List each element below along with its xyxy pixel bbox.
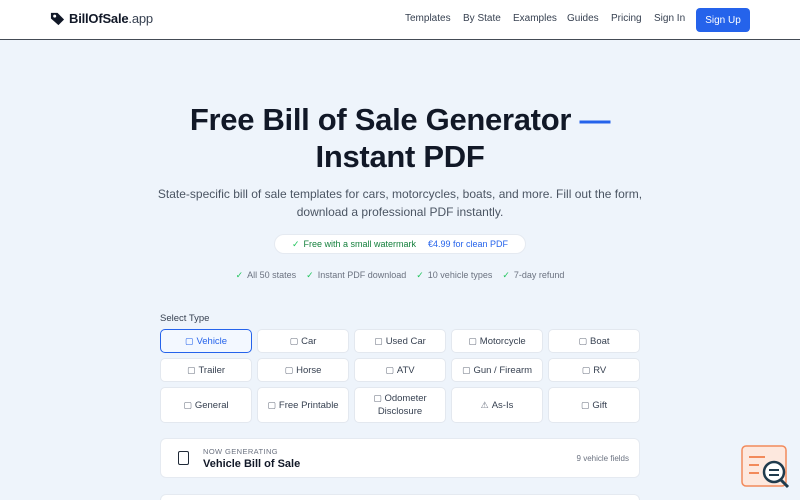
hero-title-accent: Instant PDF: [315, 139, 485, 174]
hero-title-main: Free Bill of Sale Generator: [189, 102, 572, 137]
motorcycle-icon: ▢: [468, 335, 477, 346]
check-icon: ✓: [416, 270, 424, 280]
type-tile-atv[interactable]: ▢ ATV: [354, 358, 446, 382]
type-tile-horse[interactable]: ▢ Horse: [257, 358, 349, 382]
sign-up-button[interactable]: Sign Up: [696, 8, 750, 32]
hero-subtitle-line2: download a professional PDF instantly.: [296, 205, 504, 219]
hero-title-dash: —: [579, 102, 611, 137]
nav-pricing[interactable]: Pricing: [611, 13, 642, 24]
check-icon: ✓: [502, 270, 510, 280]
type-tile-boat[interactable]: ▢ Boat: [548, 329, 640, 353]
check-icon: ✓: [291, 238, 300, 249]
select-type-label: Select Type: [160, 313, 210, 324]
type-tile-gift[interactable]: ▢ Gift: [548, 387, 640, 423]
help-widget-icon[interactable]: [741, 445, 791, 489]
field-count: 9 vehicle fields: [576, 454, 629, 463]
feature-item: ✓ 7-day refund: [502, 270, 565, 280]
hero-subtitle-line1: State-specific bill of sale templates fo…: [157, 187, 643, 201]
type-tile-free-printable[interactable]: ▢ Free Printable: [257, 387, 349, 423]
gun-icon: ▢: [461, 364, 471, 375]
car-icon: ▢: [374, 335, 383, 346]
feature-item: ✓ 10 vehicle types: [416, 270, 493, 280]
car-icon: ▢: [184, 335, 194, 346]
type-tile-general[interactable]: ▢ General: [160, 387, 252, 423]
document-icon: ▢: [183, 399, 192, 410]
tag-icon: [50, 12, 65, 26]
feature-item: ✓ All 50 states: [235, 270, 297, 280]
nav-by-state[interactable]: By State: [463, 13, 501, 24]
pricing-free-text: Free with a small watermark: [303, 238, 417, 249]
type-tile-motorcycle[interactable]: ▢ Motorcycle: [451, 329, 543, 353]
generating-title: Vehicle Bill of Sale: [203, 458, 301, 470]
nav-sign-in[interactable]: Sign In: [654, 13, 685, 24]
feature-item: ✓ Instant PDF download: [306, 270, 407, 280]
pricing-paid-text: €4.99 for clean PDF: [428, 239, 509, 249]
logo-tld: .app: [128, 11, 153, 26]
trailer-icon: ▢: [186, 364, 196, 375]
rv-icon: ▢: [581, 364, 591, 375]
check-icon: ✓: [306, 270, 314, 280]
printer-icon: ▢: [267, 399, 276, 410]
car-icon: ▢: [289, 335, 299, 346]
now-generating-label: NOW GENERATING: [203, 447, 279, 456]
warning-icon: ⚠: [480, 399, 489, 410]
pricing-pill: ✓ Free with a small watermark €4.99 for c…: [274, 234, 526, 254]
logo[interactable]: BillOfSale.app: [50, 11, 153, 26]
nav-examples[interactable]: Examples: [513, 13, 557, 24]
type-tile-vehicle[interactable]: ▢ Vehicle: [160, 329, 252, 353]
atv-icon: ▢: [385, 364, 394, 375]
check-icon: ✓: [235, 270, 244, 280]
gift-icon: ▢: [580, 399, 590, 410]
type-tile-trailer[interactable]: ▢ Trailer: [160, 358, 252, 382]
horse-icon: ▢: [284, 364, 294, 375]
nav-templates[interactable]: Templates: [405, 13, 451, 24]
type-tile-odometer[interactable]: ▢ Odometer Disclosure: [354, 387, 446, 423]
site-header: BillOfSale.app Templates By State Exampl…: [0, 0, 800, 40]
type-tile-used-car[interactable]: ▢ Used Car: [354, 329, 446, 353]
hero-title: Free Bill of Sale Generator —: [0, 102, 800, 138]
form-card: [160, 494, 640, 500]
boat-icon: ▢: [578, 335, 587, 346]
now-generating-card: NOW GENERATING Vehicle Bill of Sale 9 ve…: [160, 438, 640, 478]
type-tile-rv[interactable]: ▢ RV: [548, 358, 640, 382]
type-tile-as-is[interactable]: ⚠ As-Is: [451, 387, 543, 423]
gauge-icon: ▢: [373, 393, 382, 403]
nav-guides[interactable]: Guides: [567, 13, 599, 24]
feature-list: ✓ All 50 states ✓ Instant PDF download ✓ 10…: [0, 270, 800, 281]
type-tile-gun[interactable]: ▢ Gun / Firearm: [451, 358, 543, 382]
logo-name: BillOfSale: [69, 11, 129, 26]
type-tile-car[interactable]: ▢ Car: [257, 329, 349, 353]
document-icon: [178, 451, 189, 465]
